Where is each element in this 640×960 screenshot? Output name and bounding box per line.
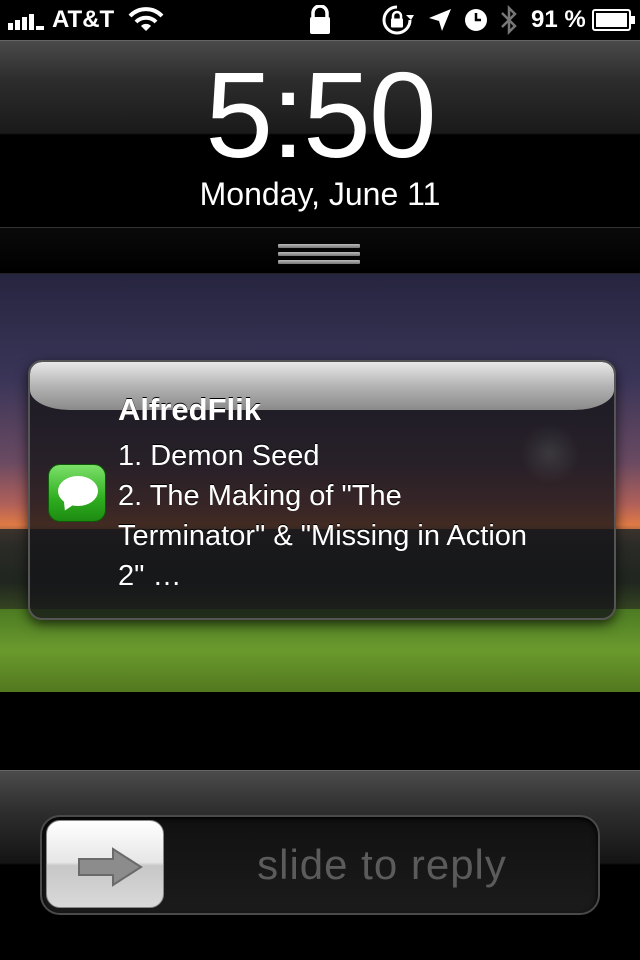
- arrow-right-icon: [78, 847, 143, 887]
- notification-body: 1. Demon Seed 2. The Making of "The Term…: [118, 436, 608, 596]
- carrier-label: AT&T: [52, 6, 115, 33]
- camera-grabber-strip: [0, 228, 640, 274]
- notification-line: 2" …: [118, 560, 182, 592]
- slider-knob[interactable]: [46, 820, 164, 908]
- battery-percent: 91 %: [531, 6, 586, 33]
- clock-time: 5:50: [205, 47, 436, 183]
- notification-sender: AlfredFlik: [118, 392, 261, 427]
- status-bar: AT&T 91 %: [0, 0, 640, 40]
- bluetooth-icon: [500, 0, 518, 40]
- clock-panel: 5:50 Monday, June 11: [0, 40, 640, 228]
- battery-icon: [592, 0, 636, 40]
- notification-line: 2. The Making of "The: [118, 480, 402, 512]
- alarm-clock-icon: [464, 0, 488, 40]
- rotation-lock-icon: [380, 0, 414, 40]
- messages-icon: [48, 464, 106, 522]
- wifi-icon: [128, 0, 164, 40]
- lock-icon: [308, 0, 332, 40]
- grabber-handle-icon[interactable]: [278, 244, 360, 274]
- clock-date: Monday, June 11: [199, 176, 441, 212]
- pitch-grass: [0, 609, 640, 692]
- notification-line: 1. Demon Seed: [118, 440, 320, 472]
- location-arrow-icon: [428, 0, 452, 40]
- slide-to-reply-label: slide to reply: [257, 841, 507, 888]
- message-notification[interactable]: AlfredFlik 1. Demon Seed 2. The Making o…: [28, 360, 616, 620]
- signal-bars-icon: [8, 0, 48, 40]
- notification-line: Terminator" & "Missing in Action: [118, 520, 528, 552]
